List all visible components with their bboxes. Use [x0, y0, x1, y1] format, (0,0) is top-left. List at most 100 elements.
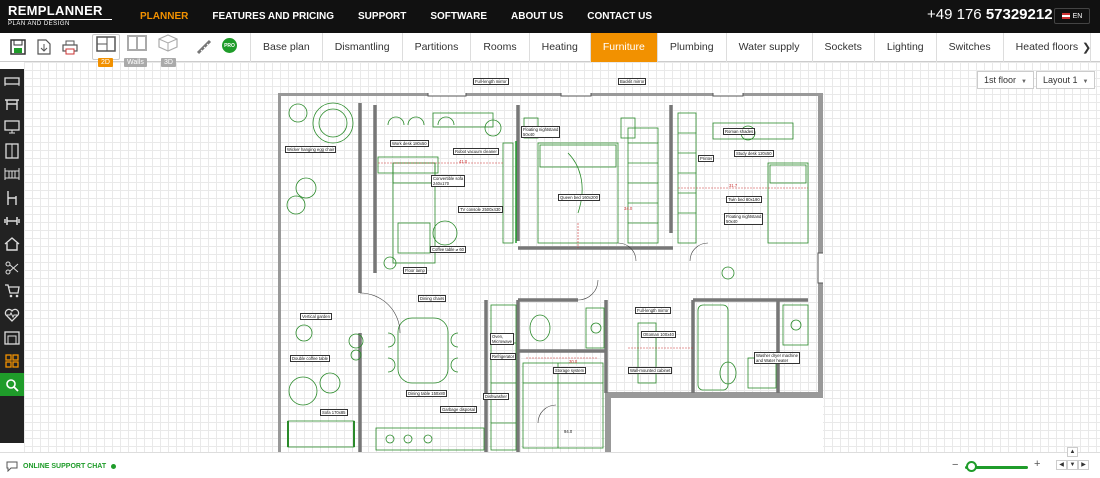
view-2d-button[interactable] — [92, 34, 120, 60]
pro-badge[interactable]: PRO — [222, 38, 237, 53]
nav-support[interactable]: SUPPORT — [346, 0, 418, 33]
pan-up-button[interactable]: ▲ — [1067, 447, 1078, 457]
nav-planner[interactable]: PLANNER — [128, 0, 200, 33]
plan-label: Roman shades — [723, 128, 756, 135]
plan-label: TV console 2500x430 — [458, 206, 503, 213]
tab-sockets[interactable]: Sockets — [811, 33, 874, 62]
plan-label: Full-length mirror — [635, 307, 671, 314]
plan-label: Work desk 180x50 — [390, 140, 429, 147]
plan-label: Dishwasher — [483, 393, 509, 400]
tab-furniture[interactable]: Furniture — [589, 33, 657, 62]
phone-main: 57329212 — [985, 6, 1053, 23]
open-file-icon[interactable] — [34, 37, 54, 57]
dumbbell-icon[interactable] — [0, 209, 24, 232]
top-navigation-bar: REMPLANNER PLAN AND DESIGN PLANNER FEATU… — [0, 0, 1100, 33]
tab-lighting[interactable]: Lighting — [873, 33, 936, 62]
house-icon[interactable] — [0, 233, 24, 256]
plan-label: Twin bed 80x190 — [726, 196, 762, 203]
tab-heating[interactable]: Heating — [528, 33, 590, 62]
view-3d-button[interactable] — [154, 34, 182, 60]
plan-label: Convertible sofa 240x170 — [431, 175, 466, 187]
category-tabs: Base plan Dismantling Partitions Rooms H… — [250, 33, 1100, 62]
nav-features-pricing[interactable]: FEATURES AND PRICING — [200, 0, 346, 33]
plan-label: Washer dryer machine and Water heater — [754, 352, 800, 364]
zoom-in-button[interactable]: + — [1034, 458, 1040, 470]
plan-label: Dining chairs — [418, 295, 447, 302]
zoom-slider-thumb[interactable] — [966, 461, 978, 472]
plan-label: Floating nightstand 50x40 — [724, 213, 764, 225]
bottom-bar: ONLINE SUPPORT CHAT − + ▲ ◀ ▼ ▶ — [0, 447, 1100, 478]
chair-icon[interactable] — [0, 186, 24, 209]
plan-label: Vertical garden — [300, 313, 332, 320]
dimension-label: 94.0 — [564, 429, 573, 434]
chevron-down-icon: ▼ — [1082, 79, 1089, 85]
tab-water-supply[interactable]: Water supply — [725, 33, 812, 62]
heartbeat-icon[interactable] — [0, 303, 24, 326]
pan-down-button[interactable]: ▼ — [1067, 460, 1078, 470]
pan-right-button[interactable]: ▶ — [1078, 460, 1089, 470]
view-2d-label: 2D — [98, 58, 113, 67]
layout-select[interactable]: Layout 1 ▼ — [1036, 71, 1096, 89]
crib-icon[interactable] — [0, 163, 24, 186]
scissors-icon[interactable] — [0, 256, 24, 279]
plan-label: Floating nightstand 50x40 — [521, 126, 561, 138]
print-icon[interactable] — [60, 37, 80, 57]
search-icon[interactable] — [0, 373, 24, 397]
chat-icon — [6, 461, 18, 472]
floor-select[interactable]: 1st floor ▼ — [977, 71, 1034, 89]
dimension-label: 30.0 — [569, 359, 578, 364]
table-icon[interactable] — [0, 92, 24, 115]
plan-label: Double coffee table — [290, 355, 331, 362]
grid-icon[interactable] — [0, 350, 24, 373]
pan-left-button[interactable]: ◀ — [1056, 460, 1067, 470]
view-walls-button[interactable] — [123, 34, 151, 60]
plan-label: Wall-mounted cabinet — [628, 367, 673, 374]
floor-plan-drawing — [275, 89, 825, 465]
tab-truncated[interactable]: Al — [1090, 33, 1100, 62]
plan-label: Backlit mirror — [618, 78, 647, 85]
plan-label: Robot vacuum cleaner — [453, 148, 499, 155]
language-selector[interactable]: EN — [1054, 8, 1090, 24]
furniture-category-sidebar — [0, 69, 24, 443]
plan-label: Full-length mirror — [473, 78, 509, 85]
nav-contact-us[interactable]: CONTACT US — [575, 0, 664, 33]
support-label: ONLINE SUPPORT CHAT — [23, 463, 107, 470]
wardrobe-icon[interactable] — [0, 139, 24, 162]
logo-tagline: PLAN AND DESIGN — [8, 19, 112, 28]
cart-icon[interactable] — [0, 280, 24, 303]
main-nav: PLANNER FEATURES AND PRICING SUPPORT SOF… — [128, 0, 664, 33]
phone-number[interactable]: +49 176 57329212 — [927, 6, 1053, 23]
layout-select-value: Layout 1 — [1043, 75, 1078, 85]
plan-label: Wicker hanging egg chair — [285, 146, 337, 153]
nav-about-us[interactable]: ABOUT US — [499, 0, 575, 33]
tab-switches[interactable]: Switches — [935, 33, 1003, 62]
plan-label: Study desk 120x50 — [734, 150, 774, 157]
tab-base-plan[interactable]: Base plan — [250, 33, 322, 62]
sofa-icon[interactable] — [0, 69, 24, 92]
fireplace-icon[interactable] — [0, 326, 24, 349]
tv-icon[interactable] — [0, 116, 24, 139]
floor-plan[interactable]: Full-length mirror Backlit mirror Wicker… — [275, 78, 825, 478]
measure-icon[interactable] — [194, 37, 214, 57]
save-icon[interactable] — [8, 37, 28, 57]
tab-partitions[interactable]: Partitions — [401, 33, 471, 62]
floor-select-value: 1st floor — [984, 75, 1017, 85]
view-3d-label: 3D — [161, 58, 176, 67]
plan-label: Sofa 170x85 — [320, 409, 348, 416]
dimension-label: 31.7 — [729, 183, 738, 188]
tab-dismantling[interactable]: Dismantling — [321, 33, 402, 62]
chevron-right-icon[interactable]: ❯ — [1082, 41, 1091, 54]
tab-plumbing[interactable]: Plumbing — [656, 33, 726, 62]
logo[interactable]: REMPLANNER PLAN AND DESIGN — [8, 4, 112, 28]
plan-label: Coffee table ⌀ 60 — [430, 246, 467, 253]
zoom-out-button[interactable]: − — [952, 459, 958, 471]
plan-label: Garbage disposal — [440, 406, 477, 413]
view-walls-label: Walls — [124, 58, 147, 67]
nav-software[interactable]: SOFTWARE — [418, 0, 499, 33]
plan-label: Queen bed 160x200 — [558, 194, 600, 201]
tab-heated-floors[interactable]: Heated floors — [1002, 33, 1090, 62]
tab-rooms[interactable]: Rooms — [470, 33, 528, 62]
online-support-chat[interactable]: ONLINE SUPPORT CHAT — [6, 461, 117, 472]
logo-name: REMPLANNER — [8, 3, 103, 18]
plan-label: Refrigerator — [490, 353, 517, 360]
